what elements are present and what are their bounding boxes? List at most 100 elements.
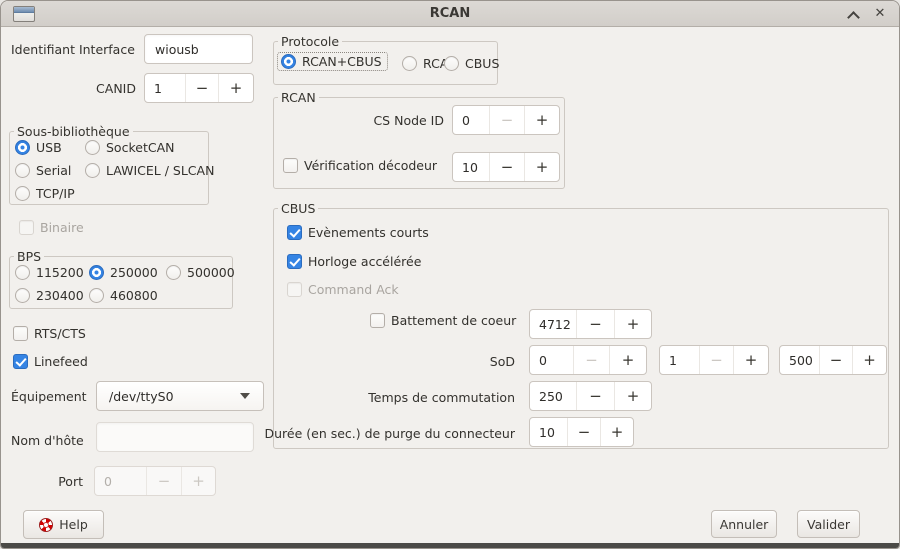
checkbox-command-ack-icon	[287, 282, 302, 297]
cbus-frame: CBUS Evènements courts Horloge accélérée…	[273, 208, 889, 449]
radio-serial-icon	[15, 163, 30, 178]
port-value: 0	[95, 467, 147, 495]
radio-usb-icon	[15, 140, 30, 155]
duree-purge-value[interactable]: 10	[530, 418, 568, 446]
radio-rcan-icon	[402, 56, 417, 71]
cs-node-id-value[interactable]: 0	[453, 106, 490, 134]
canid-increment-button[interactable]: +	[219, 74, 253, 102]
duree-decrement-button[interactable]: −	[568, 418, 601, 446]
cs-node-id-decrement-button: −	[490, 106, 525, 134]
radio-230400-icon	[15, 288, 30, 303]
canid-value[interactable]: 1	[145, 74, 186, 102]
radio-bps-250000[interactable]: 250000	[89, 264, 158, 281]
rcan-frame-title: RCAN	[278, 89, 319, 106]
temps-increment-button[interactable]: +	[615, 382, 651, 410]
radio-rcan-cbus-icon	[281, 54, 296, 69]
device-combobox[interactable]: /dev/ttyS0	[96, 381, 264, 411]
protocol-frame-title: Protocole	[278, 33, 342, 50]
battement-decrement-button[interactable]: −	[577, 310, 615, 338]
checkbox-battement-de-coeur[interactable]: Battement de coeur	[370, 312, 516, 329]
checkbox-verification-icon	[283, 158, 298, 173]
radio-bps-460800[interactable]: 460800	[89, 287, 158, 304]
radio-115200-icon	[15, 265, 30, 280]
verification-value[interactable]: 10	[453, 153, 490, 181]
checkbox-evenements-icon	[287, 225, 302, 240]
sod3-increment-button[interactable]: +	[853, 346, 886, 374]
cs-node-id-spinner: 0 − +	[452, 105, 560, 135]
radio-socketcan[interactable]: SocketCAN	[85, 139, 174, 156]
temps-decrement-button[interactable]: −	[577, 382, 615, 410]
checkbox-linefeed-icon	[13, 354, 28, 369]
radio-usb[interactable]: USB	[15, 139, 62, 156]
combobox-arrow-button[interactable]	[227, 382, 263, 410]
checkbox-horloge-acceleree[interactable]: Horloge accélérée	[287, 253, 421, 270]
radio-serial[interactable]: Serial	[15, 162, 71, 179]
rcan-frame: RCAN CS Node ID 0 − + Vérification décod…	[273, 97, 565, 189]
verification-increment-button[interactable]: +	[525, 153, 559, 181]
interface-id-input[interactable]: wiousb	[144, 34, 253, 64]
sod2-increment-button[interactable]: +	[734, 346, 768, 374]
rcan-dialog-window: RCAN ✕ Identifiant Interface wiousb CANI…	[0, 0, 900, 549]
chevron-down-icon	[240, 393, 250, 399]
checkbox-rtscts-icon	[13, 326, 28, 341]
radio-460800-icon	[89, 288, 104, 303]
checkbox-binaire: Binaire	[19, 219, 84, 236]
radio-bps-230400[interactable]: 230400	[15, 287, 84, 304]
checkbox-linefeed[interactable]: Linefeed	[13, 353, 88, 370]
sod-spinner-2: 1 − +	[659, 345, 769, 375]
radio-250000-icon	[89, 265, 104, 280]
port-decrement-button: −	[147, 467, 182, 495]
sod-value-2[interactable]: 1	[660, 346, 700, 374]
radio-rcan-cbus[interactable]: RCAN+CBUS	[277, 52, 388, 71]
sod1-increment-button[interactable]: +	[610, 346, 646, 374]
checkbox-horloge-icon	[287, 254, 302, 269]
battement-spinner: 4712 − +	[529, 309, 652, 339]
port-spinner: 0 − +	[94, 466, 216, 496]
radio-500000-icon	[166, 265, 181, 280]
close-icon[interactable]: ✕	[872, 5, 888, 23]
sod-value-1[interactable]: 0	[530, 346, 574, 374]
sod-label: SoD	[274, 347, 515, 375]
sod-value-3[interactable]: 500	[780, 346, 820, 374]
radio-bps-500000[interactable]: 500000	[166, 264, 235, 281]
battement-value[interactable]: 4712	[530, 310, 577, 338]
verification-decrement-button[interactable]: −	[490, 153, 525, 181]
checkbox-battement-icon	[370, 313, 385, 328]
help-button[interactable]: Help	[23, 510, 104, 539]
sod2-decrement-button: −	[700, 346, 734, 374]
cs-node-id-increment-button[interactable]: +	[525, 106, 559, 134]
sod3-decrement-button[interactable]: −	[820, 346, 853, 374]
bps-frame: BPS 115200 250000 500000 230400 460800	[9, 256, 233, 309]
battement-increment-button[interactable]: +	[615, 310, 651, 338]
canid-label: CANID	[11, 74, 136, 102]
sod-spinner-1: 0 − +	[529, 345, 647, 375]
protocol-frame: Protocole RCAN+CBUS RCAN CBUS	[273, 41, 498, 85]
temps-commutation-label: Temps de commutation	[274, 383, 515, 411]
titlebar[interactable]: RCAN ✕	[1, 1, 899, 27]
cs-node-id-label: CS Node ID	[294, 106, 444, 134]
cancel-button[interactable]: Annuler	[711, 510, 777, 538]
radio-socketcan-icon	[85, 140, 100, 155]
radio-tcpip-icon	[15, 186, 30, 201]
sod-spinner-3: 500 − +	[779, 345, 887, 375]
window-bottom-edge	[1, 543, 899, 548]
checkbox-verification-decodeur[interactable]: Vérification décodeur	[283, 157, 437, 174]
duree-purge-spinner: 10 − +	[529, 417, 634, 447]
radio-cbus[interactable]: CBUS	[444, 55, 499, 72]
canid-decrement-button[interactable]: −	[186, 74, 219, 102]
duree-increment-button[interactable]: +	[601, 418, 633, 446]
radio-tcpip[interactable]: TCP/IP	[15, 185, 75, 202]
checkbox-command-ack: Command Ack	[287, 281, 399, 298]
temps-commutation-value[interactable]: 250	[530, 382, 577, 410]
validate-button[interactable]: Valider	[797, 510, 860, 538]
checkbox-binaire-icon	[19, 220, 34, 235]
sod1-decrement-button: −	[574, 346, 610, 374]
hostname-input	[96, 422, 254, 452]
checkbox-evenements-courts[interactable]: Evènements courts	[287, 224, 429, 241]
radio-bps-115200[interactable]: 115200	[15, 264, 84, 281]
device-combobox-value: /dev/ttyS0	[97, 389, 227, 404]
shade-window-icon[interactable]	[848, 9, 860, 19]
temps-commutation-spinner: 250 − +	[529, 381, 652, 411]
checkbox-rtscts[interactable]: RTS/CTS	[13, 325, 86, 342]
radio-lawicel-slcan[interactable]: LAWICEL / SLCAN	[85, 162, 214, 179]
